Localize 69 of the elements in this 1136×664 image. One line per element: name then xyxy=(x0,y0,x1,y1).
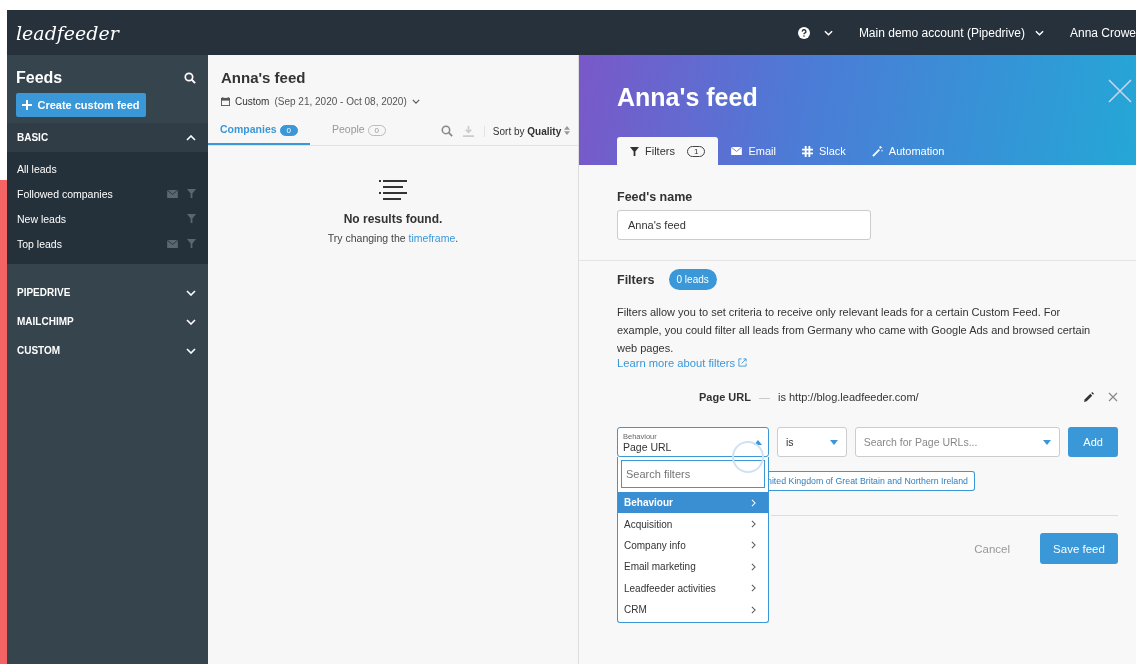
chevron-icon xyxy=(186,347,196,354)
filter-field: Page URL xyxy=(699,391,751,403)
date-range-picker[interactable]: Custom (Sep 21, 2020 - Oct 08, 2020) xyxy=(221,96,578,107)
pencil-icon[interactable] xyxy=(1083,391,1094,403)
chevron-icon xyxy=(186,318,196,325)
chevron-icon xyxy=(186,134,196,141)
feed-title: Anna's feed xyxy=(221,69,307,86)
menu-item[interactable]: Company info xyxy=(618,534,768,557)
account-switcher[interactable]: Main demo account (Pipedrive) xyxy=(858,25,1025,40)
filter-condition: is http://blog.leadfeeder.com/ xyxy=(777,391,919,403)
caret-up-icon xyxy=(754,440,762,445)
menu-item[interactable]: Acquisition xyxy=(618,513,768,535)
menu-item[interactable]: CRM xyxy=(618,598,768,621)
section-heading: Filters xyxy=(617,272,655,287)
sidebar-item[interactable]: All leads xyxy=(17,162,57,175)
section-header[interactable]: MAILCHIMP xyxy=(7,307,208,336)
feed-name-field[interactable]: Anna's feed xyxy=(617,210,871,240)
chevron-right-icon xyxy=(751,520,756,529)
magic-wand-icon xyxy=(871,145,883,157)
user-menu[interactable]: Anna Crowe xyxy=(1069,25,1136,40)
caret-down-icon xyxy=(1043,439,1052,445)
external-link-icon xyxy=(738,358,748,367)
sidebar-title: Feeds xyxy=(16,69,63,87)
sort-dropdown[interactable]: Sort by Quality xyxy=(483,125,570,137)
section-header[interactable]: PIPEDRIVE xyxy=(7,278,208,307)
chevron-icon xyxy=(186,289,196,296)
sidebar-item[interactable]: Top leads xyxy=(17,237,62,250)
menu-item[interactable]: Email marketing xyxy=(618,556,768,578)
calendar-icon xyxy=(221,97,230,106)
filter-search-field[interactable]: Search filters xyxy=(621,460,765,488)
sort-icon xyxy=(564,125,570,135)
caret-down-icon xyxy=(829,439,838,445)
editor-tab[interactable]: Email xyxy=(718,137,789,165)
section-header[interactable]: BASIC xyxy=(7,123,208,152)
editor-tab[interactable]: Automation xyxy=(858,137,958,165)
leads-count-badge: 0 leads xyxy=(668,269,717,290)
list-icon xyxy=(379,180,407,200)
menu-item[interactable]: Leadfeeder activities xyxy=(618,577,768,599)
section-header[interactable]: CUSTOM xyxy=(7,336,208,365)
chevron-right-icon xyxy=(751,605,756,614)
chevron-right-icon xyxy=(751,498,756,507)
logo[interactable]: leadfeeder xyxy=(16,21,119,44)
search-icon[interactable] xyxy=(184,72,196,84)
filter-icon xyxy=(630,146,639,156)
filters-description: Filters allow you to set criteria to receive only relevant leads for a certain Custom Feed. For example, you could filter all leads from Germany who came with Google Ads and browsed certain web pages. xyxy=(617,305,1092,356)
empty-state-text: Try changing the timeframe. xyxy=(327,232,459,244)
sidebar-item[interactable]: Followed companies xyxy=(17,187,113,200)
editor-tab[interactable]: Filters 1 xyxy=(617,137,719,165)
url-search-field[interactable]: Search for Page URLs... xyxy=(854,427,1061,457)
envelope-icon xyxy=(731,147,743,155)
hash-icon xyxy=(801,145,813,157)
editor-title: Anna's feed xyxy=(617,83,758,112)
chevron-right-icon xyxy=(751,562,756,571)
operator-select[interactable]: is xyxy=(777,427,847,457)
spinner-icon xyxy=(731,440,765,474)
chevron-right-icon xyxy=(751,584,756,593)
sidebar-item[interactable]: New leads xyxy=(17,212,67,225)
chevron-down-icon[interactable] xyxy=(823,29,833,36)
help-icon[interactable] xyxy=(797,26,810,39)
plus-icon xyxy=(22,100,33,110)
editor-tab[interactable]: Slack xyxy=(788,137,859,165)
separator-dash: — xyxy=(758,391,770,403)
chevron-right-icon xyxy=(751,541,756,550)
chevron-down-icon[interactable] xyxy=(1034,29,1044,36)
chevron-down-icon xyxy=(411,99,420,104)
menu-item[interactable]: Behaviour xyxy=(618,492,768,514)
empty-state-title: No results found. xyxy=(343,212,443,226)
close-icon[interactable] xyxy=(1108,392,1118,402)
field-label: Feed's name xyxy=(617,190,693,204)
